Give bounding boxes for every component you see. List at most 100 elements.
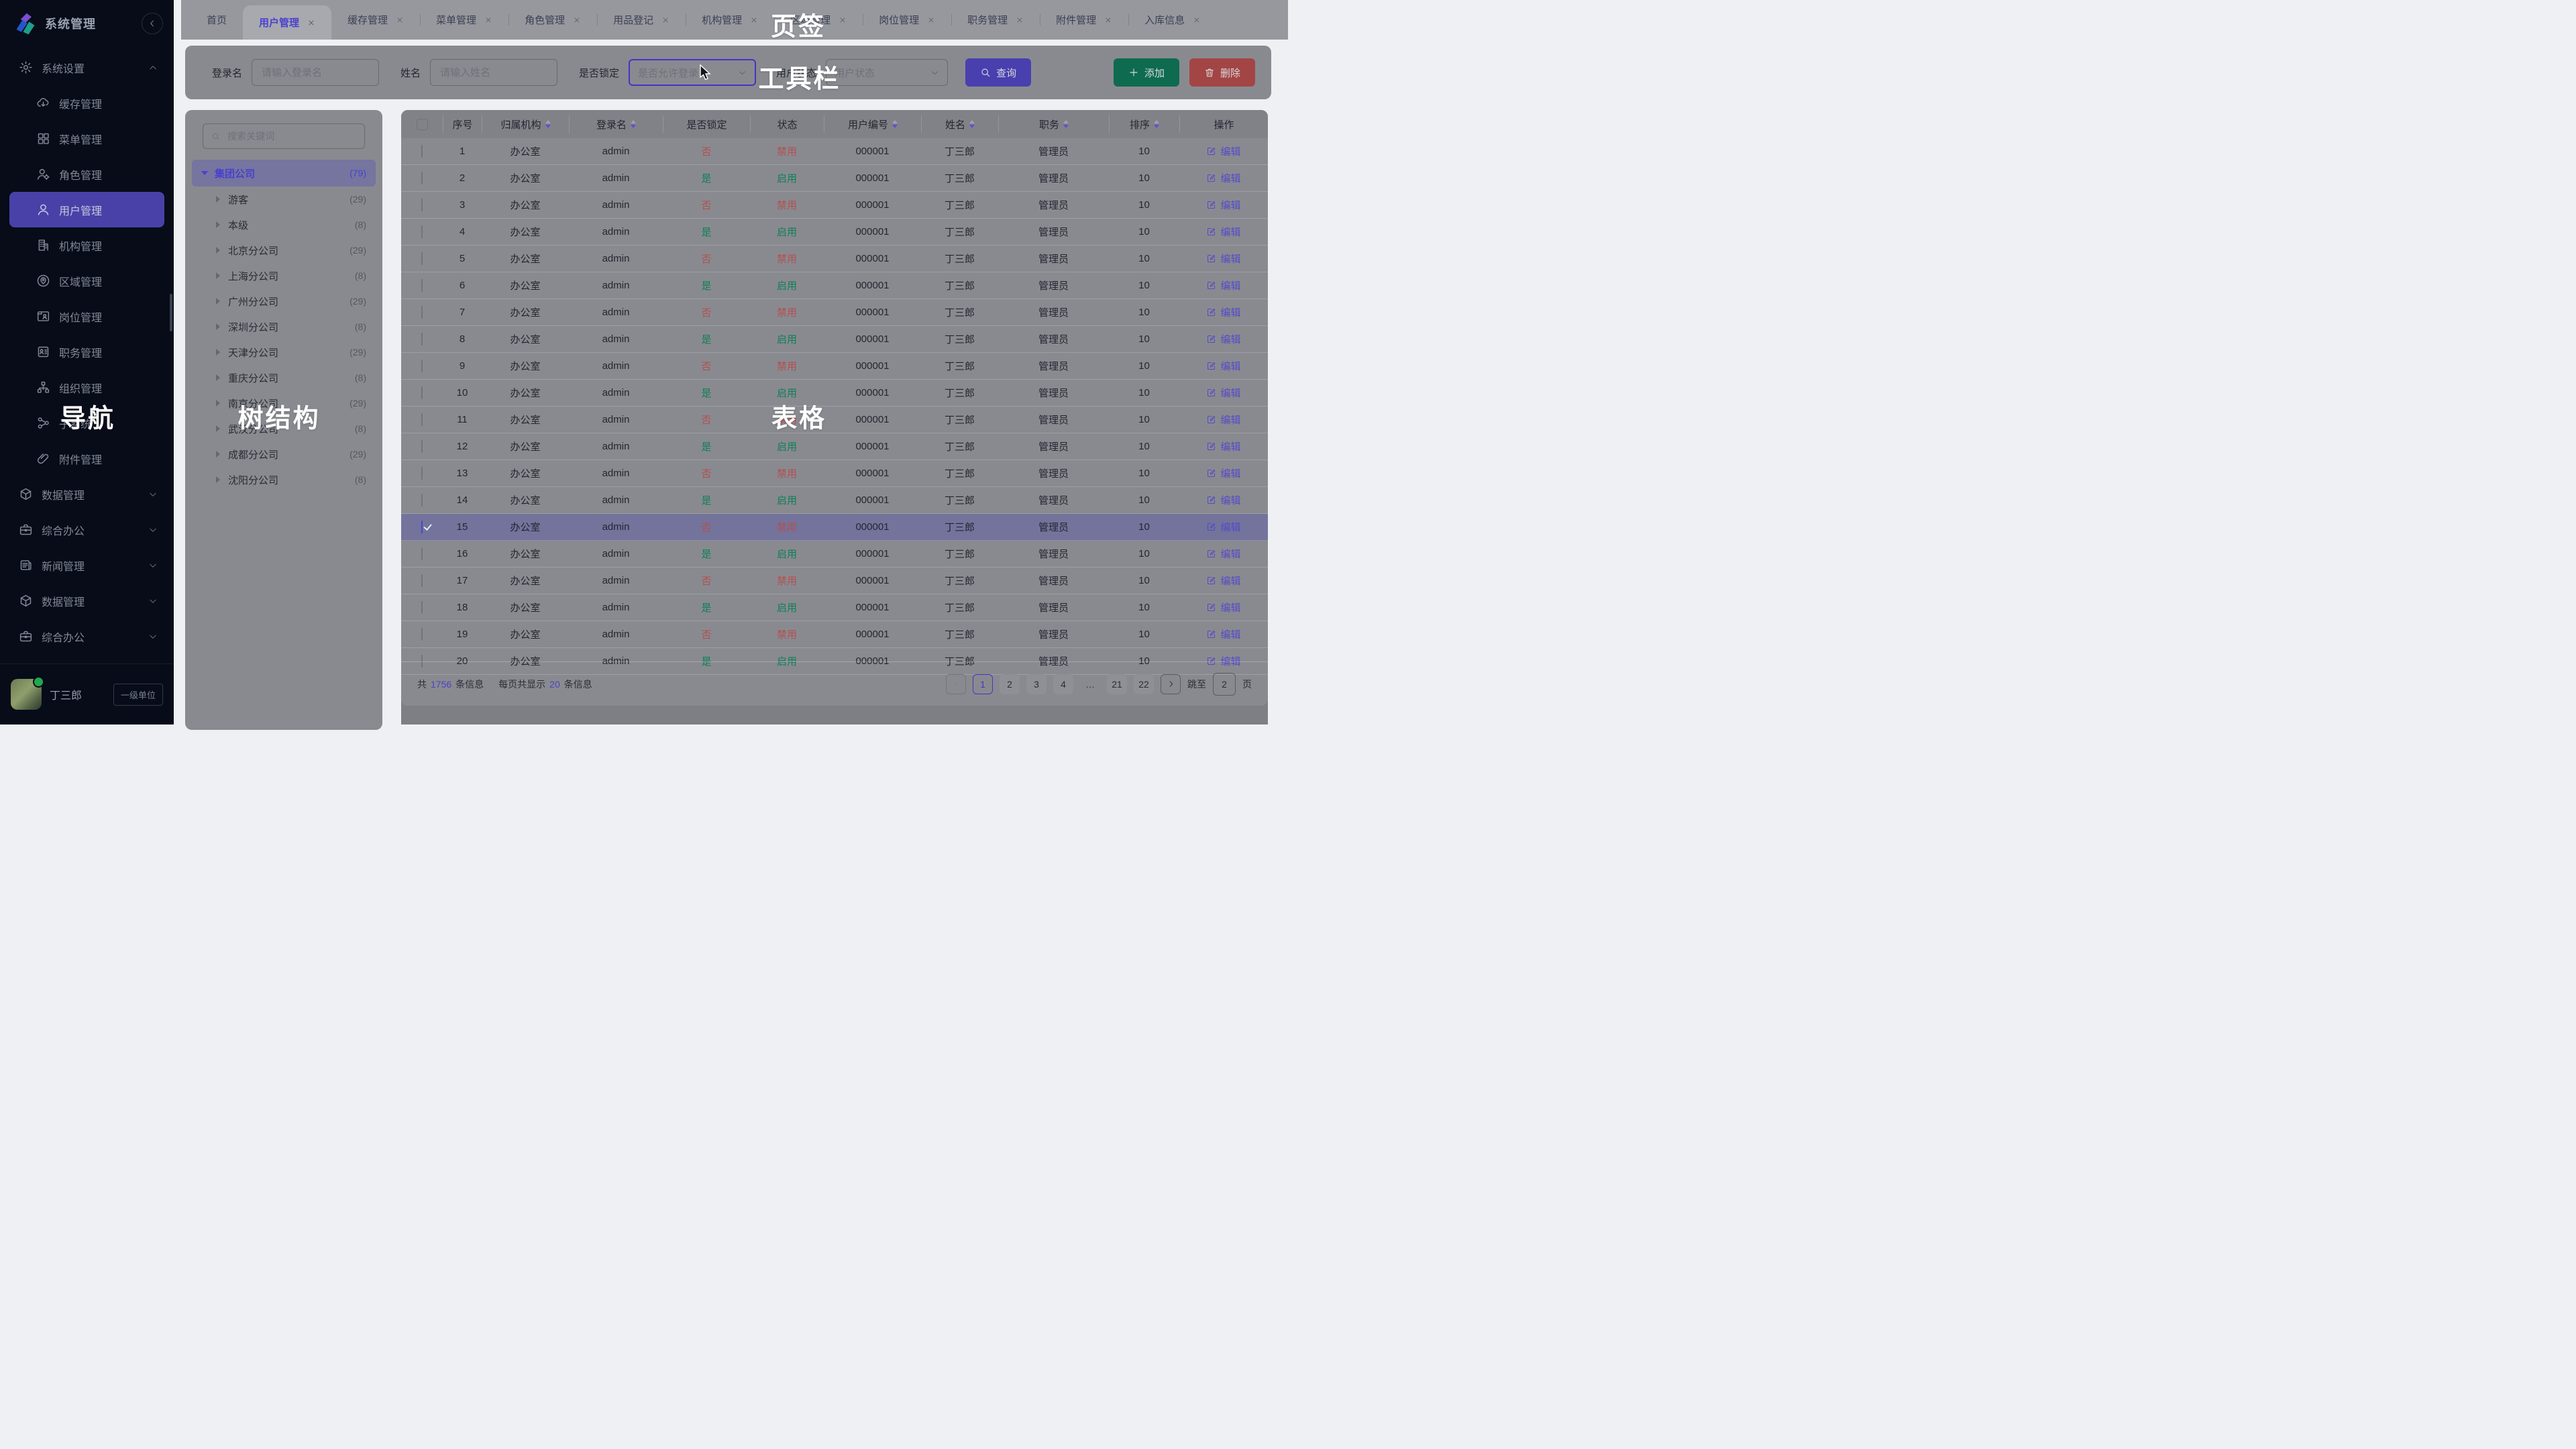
table-row-7[interactable]: 7 办公室 admin 否 禁用 000001 丁三郎 管理员 10 编辑	[401, 299, 1268, 326]
table-row-6[interactable]: 6 办公室 admin 是 启用 000001 丁三郎 管理员 10 编辑	[401, 272, 1268, 299]
column-header-3[interactable]: 登录名	[569, 115, 663, 133]
row-checkbox[interactable]	[421, 494, 423, 506]
tree-node-2[interactable]: 北京分公司 (29)	[185, 237, 382, 263]
tab-11[interactable]: 入库信息	[1128, 0, 1217, 40]
tree-node-7[interactable]: 重庆分公司 (8)	[185, 365, 382, 390]
tab-10[interactable]: 附件管理	[1040, 0, 1128, 40]
row-checkbox[interactable]	[421, 306, 423, 319]
close-icon[interactable]	[484, 16, 492, 24]
sort-icon[interactable]	[1154, 120, 1159, 128]
query-button[interactable]: 查询	[965, 58, 1031, 87]
row-checkbox[interactable]	[421, 145, 423, 158]
edit-button[interactable]: 编辑	[1206, 627, 1240, 641]
row-checkbox[interactable]	[421, 172, 423, 184]
column-header-8[interactable]: 职务	[998, 115, 1109, 133]
edit-button[interactable]: 编辑	[1206, 144, 1240, 158]
sort-icon[interactable]	[1063, 120, 1069, 128]
page-button-3[interactable]: 3	[1026, 674, 1046, 694]
edit-button[interactable]: 编辑	[1206, 278, 1240, 292]
close-icon[interactable]	[307, 19, 315, 27]
sort-icon[interactable]	[631, 120, 636, 128]
column-header-6[interactable]: 用户编号	[824, 115, 921, 133]
row-checkbox[interactable]	[421, 225, 423, 238]
close-icon[interactable]	[839, 16, 847, 24]
table-row-19[interactable]: 19 办公室 admin 否 禁用 000001 丁三郎 管理员 10 编辑	[401, 621, 1268, 648]
edit-button[interactable]: 编辑	[1206, 413, 1240, 427]
tree-node-6[interactable]: 天津分公司 (29)	[185, 339, 382, 365]
page-button-22[interactable]: 22	[1134, 674, 1154, 694]
row-checkbox[interactable]	[421, 252, 423, 265]
tree-node-11[interactable]: 沈阳分公司 (8)	[185, 467, 382, 492]
sidebar-scrollbar[interactable]	[170, 294, 172, 331]
tree-node-10[interactable]: 成都分公司 (29)	[185, 441, 382, 467]
edit-button[interactable]: 编辑	[1206, 547, 1240, 561]
edit-button[interactable]: 编辑	[1206, 198, 1240, 212]
tab-3[interactable]: 菜单管理	[420, 0, 508, 40]
row-checkbox[interactable]	[421, 386, 423, 399]
tree-node-root[interactable]: 集团公司 (79)	[192, 160, 376, 186]
page-button-1[interactable]: 1	[973, 674, 993, 694]
sort-icon[interactable]	[892, 120, 898, 128]
close-icon[interactable]	[661, 16, 669, 24]
sidebar-item-12[interactable]: 数据管理	[0, 476, 174, 512]
close-icon[interactable]	[1104, 16, 1112, 24]
table-row-11[interactable]: 11 办公室 admin 否 禁用 000001 丁三郎 管理员 10 编辑	[401, 407, 1268, 433]
sidebar-item-8[interactable]: 职务管理	[0, 334, 174, 370]
sidebar-item-11[interactable]: 附件管理	[0, 441, 174, 476]
close-icon[interactable]	[750, 16, 758, 24]
table-row-3[interactable]: 3 办公室 admin 否 禁用 000001 丁三郎 管理员 10 编辑	[401, 192, 1268, 219]
prev-page-button[interactable]	[946, 674, 966, 694]
table-row-12[interactable]: 12 办公室 admin 是 启用 000001 丁三郎 管理员 10 编辑	[401, 433, 1268, 460]
table-row-14[interactable]: 14 办公室 admin 是 启用 000001 丁三郎 管理员 10 编辑	[401, 487, 1268, 514]
table-row-9[interactable]: 9 办公室 admin 否 禁用 000001 丁三郎 管理员 10 编辑	[401, 353, 1268, 380]
edit-button[interactable]: 编辑	[1206, 305, 1240, 319]
login-input[interactable]	[252, 59, 379, 86]
sidebar-item-0[interactable]: 系统设置	[0, 50, 174, 85]
row-checkbox[interactable]	[421, 547, 423, 560]
page-button-4[interactable]: 4	[1053, 674, 1073, 694]
edit-button[interactable]: 编辑	[1206, 225, 1240, 239]
unit-badge[interactable]: 一级单位	[113, 684, 163, 706]
sidebar-item-16[interactable]: 综合办公	[0, 619, 174, 654]
tree-node-5[interactable]: 深圳分公司 (8)	[185, 314, 382, 339]
sidebar-item-7[interactable]: 岗位管理	[0, 299, 174, 334]
table-row-15[interactable]: 15 办公室 admin 否 禁用 000001 丁三郎 管理员 10 编辑	[401, 514, 1268, 541]
edit-button[interactable]: 编辑	[1206, 574, 1240, 588]
close-icon[interactable]	[927, 16, 935, 24]
tab-9[interactable]: 职务管理	[951, 0, 1040, 40]
edit-button[interactable]: 编辑	[1206, 252, 1240, 266]
close-icon[interactable]	[1016, 16, 1024, 24]
tree-node-1[interactable]: 本级 (8)	[185, 212, 382, 237]
column-header-7[interactable]: 姓名	[921, 115, 998, 133]
edit-button[interactable]: 编辑	[1206, 466, 1240, 480]
row-checkbox[interactable]	[421, 601, 423, 614]
table-row-18[interactable]: 18 办公室 admin 是 启用 000001 丁三郎 管理员 10 编辑	[401, 594, 1268, 621]
column-header-2[interactable]: 归属机构	[482, 115, 569, 133]
jump-page-input[interactable]	[1213, 673, 1236, 696]
edit-button[interactable]: 编辑	[1206, 493, 1240, 507]
delete-button[interactable]: 删除	[1189, 58, 1255, 87]
sidebar-item-14[interactable]: 新闻管理	[0, 547, 174, 583]
column-header-9[interactable]: 排序	[1109, 115, 1179, 133]
tab-2[interactable]: 缓存管理	[331, 0, 420, 40]
row-checkbox[interactable]	[421, 574, 423, 587]
status-select[interactable]: 用户状态	[826, 59, 948, 86]
sidebar-item-3[interactable]: 角色管理	[0, 156, 174, 192]
next-page-button[interactable]	[1161, 674, 1181, 694]
tab-1[interactable]: 用户管理	[243, 5, 331, 40]
row-checkbox[interactable]	[421, 360, 423, 372]
tree-search-input[interactable]	[226, 130, 356, 142]
row-checkbox[interactable]	[421, 279, 423, 292]
tree-search-box[interactable]	[203, 123, 365, 149]
tab-0[interactable]: 首页	[191, 0, 243, 40]
row-checkbox[interactable]	[421, 521, 423, 533]
tab-4[interactable]: 角色管理	[508, 0, 597, 40]
add-button[interactable]: 添加	[1114, 58, 1179, 87]
table-row-1[interactable]: 1 办公室 admin 否 禁用 000001 丁三郎 管理员 10 编辑	[401, 138, 1268, 165]
close-icon[interactable]	[396, 16, 404, 24]
sidebar-item-15[interactable]: 数据管理	[0, 583, 174, 619]
row-checkbox[interactable]	[421, 413, 423, 426]
edit-button[interactable]: 编辑	[1206, 386, 1240, 400]
page-button-2[interactable]: 2	[1000, 674, 1020, 694]
tab-6[interactable]: 机构管理	[686, 0, 774, 40]
